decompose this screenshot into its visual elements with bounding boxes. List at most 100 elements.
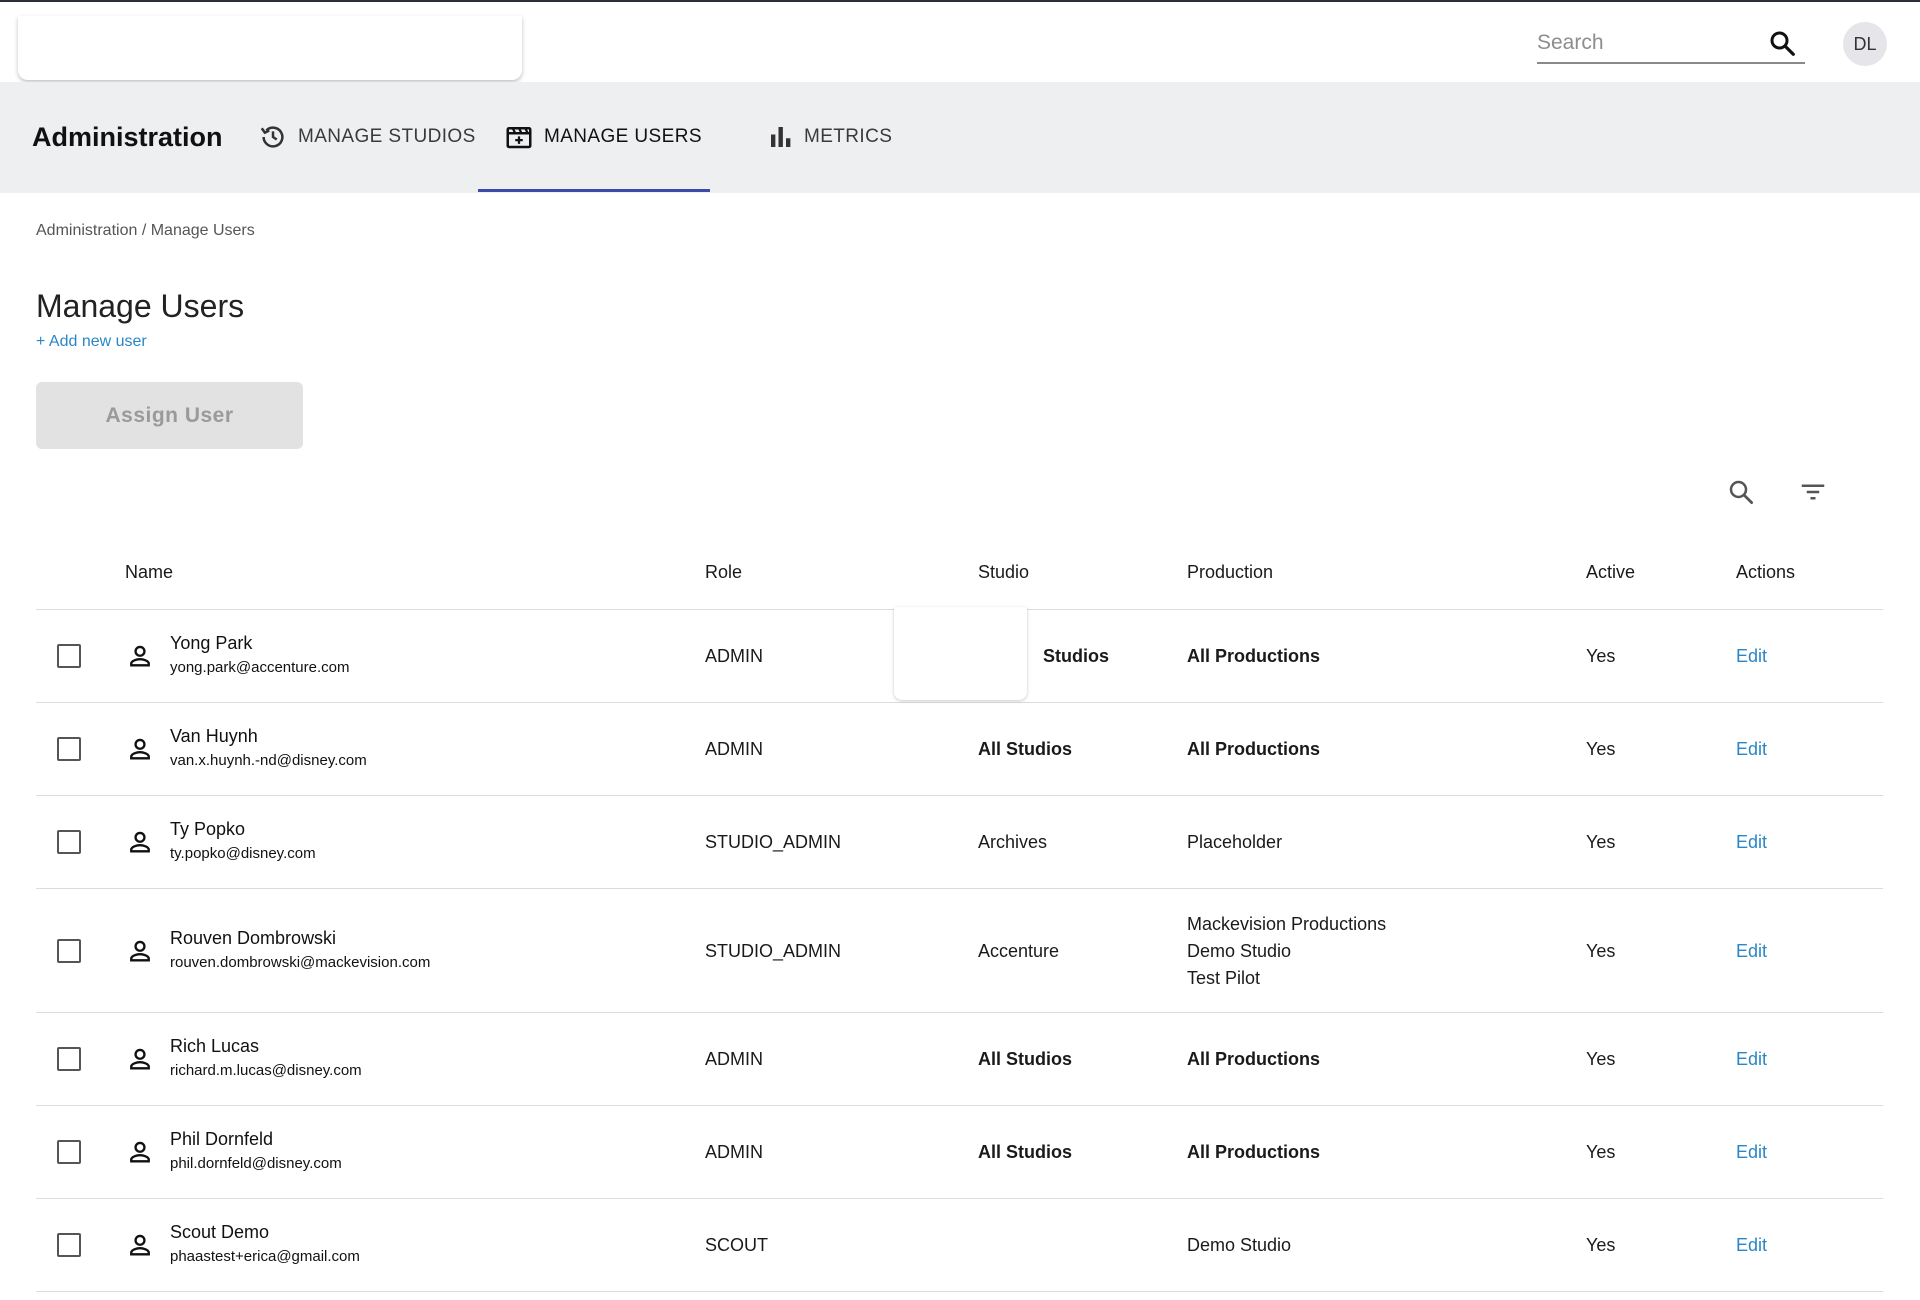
- history-icon: [260, 126, 284, 148]
- table-row: Scout Demo phaastest+erica@gmail.com SCO…: [36, 1199, 1883, 1292]
- tab-label: METRICS: [804, 126, 893, 147]
- tab-label: MANAGE USERS: [544, 126, 702, 147]
- user-name: Yong Park: [170, 633, 253, 653]
- column-header-role[interactable]: Role: [705, 562, 742, 583]
- edit-link[interactable]: Edit: [1736, 832, 1767, 853]
- tab-manage-studios[interactable]: MANAGE STUDIOS: [258, 126, 476, 193]
- row-checkbox[interactable]: [57, 939, 81, 963]
- row-checkbox[interactable]: [57, 1140, 81, 1164]
- global-search: [1537, 24, 1805, 64]
- search-icon: [1770, 31, 1795, 56]
- column-header-production[interactable]: Production: [1187, 562, 1273, 583]
- user-active: Yes: [1586, 1142, 1616, 1162]
- bar-chart-icon: [771, 127, 791, 147]
- avatar[interactable]: DL: [1843, 22, 1887, 66]
- edit-link[interactable]: Edit: [1736, 1049, 1767, 1070]
- user-name: Scout Demo: [170, 1222, 270, 1242]
- table-row: Van Huynh van.x.huynh.-nd@disney.com ADM…: [36, 703, 1883, 796]
- admin-title: Administration: [32, 122, 223, 152]
- user-studio: Archives: [978, 832, 1048, 852]
- user-role: SCOUT: [705, 1235, 768, 1255]
- edit-link[interactable]: Edit: [1736, 739, 1767, 760]
- user-email: richard.m.lucas@disney.com: [170, 1062, 362, 1079]
- user-role: ADMIN: [705, 739, 763, 759]
- user-active: Yes: [1586, 1049, 1616, 1069]
- tab-manage-users[interactable]: MANAGE USERS: [504, 126, 702, 193]
- user-active: Yes: [1586, 1235, 1616, 1255]
- user-name: Rouven Dombrowski: [170, 928, 337, 948]
- user-production: All Productions: [1187, 646, 1321, 666]
- breadcrumb: Administration / Manage Users: [36, 222, 255, 239]
- user-name: Phil Dornfeld: [170, 1129, 274, 1149]
- edit-link[interactable]: Edit: [1736, 941, 1767, 962]
- column-header-actions: Actions: [1736, 562, 1796, 582]
- tab-label: MANAGE STUDIOS: [298, 126, 476, 147]
- user-production-list: Mackevision Productions Demo Studio Test…: [1187, 911, 1386, 992]
- add-new-user-link[interactable]: + Add new user: [36, 333, 147, 351]
- user-role: STUDIO_ADMIN: [705, 941, 842, 961]
- logo-card: [18, 16, 522, 80]
- tab-metrics[interactable]: METRICS: [768, 126, 892, 193]
- user-role: STUDIO_ADMIN: [705, 832, 842, 852]
- row-checkbox[interactable]: [57, 737, 81, 761]
- search-icon: [1729, 480, 1753, 504]
- user-name: Van Huynh: [170, 726, 258, 746]
- user-production: Demo Studio: [1187, 1235, 1292, 1255]
- row-checkbox[interactable]: [57, 830, 81, 854]
- table-row: Rouven Dombrowski rouven.dombrowski@mack…: [36, 889, 1883, 1013]
- user-active: Yes: [1586, 646, 1616, 666]
- user-studio: Studios: [1043, 646, 1109, 666]
- user-role: ADMIN: [705, 646, 763, 666]
- table-header: Name Role Studio Production Active Actio…: [36, 540, 1883, 610]
- user-email: phaastest+erica@gmail.com: [170, 1248, 360, 1265]
- user-email: phil.dornfeld@disney.com: [170, 1155, 342, 1172]
- table-search-button[interactable]: [1724, 476, 1758, 510]
- table-filter-button[interactable]: [1796, 476, 1830, 510]
- user-studio: Accenture: [978, 941, 1060, 961]
- row-checkbox[interactable]: [57, 644, 81, 668]
- user-active: Yes: [1586, 739, 1616, 759]
- user-name: Ty Popko: [170, 819, 246, 839]
- assign-user-button[interactable]: Assign User: [36, 382, 303, 449]
- table-row: Rich Lucas richard.m.lucas@disney.com AD…: [36, 1013, 1883, 1106]
- movie-edit-icon: [506, 127, 532, 149]
- person-icon: [130, 738, 150, 760]
- production-item: Demo Studio: [1187, 941, 1292, 961]
- user-email: ty.popko@disney.com: [170, 845, 316, 862]
- row-checkbox[interactable]: [57, 1047, 81, 1071]
- filter-icon: [1801, 484, 1825, 499]
- edit-link[interactable]: Edit: [1736, 1235, 1767, 1256]
- table-row: Phil Dornfeld phil.dornfeld@disney.com A…: [36, 1106, 1883, 1199]
- user-studio: All Studios: [978, 1142, 1072, 1162]
- column-header-active[interactable]: Active: [1586, 562, 1635, 583]
- admin-nav: Administration MANAGE STUDIOS MANAGE USE…: [0, 82, 1920, 193]
- user-email: van.x.huynh.-nd@disney.com: [170, 752, 367, 769]
- floating-popover-card: [894, 607, 1027, 700]
- edit-link[interactable]: Edit: [1736, 646, 1767, 667]
- user-studio: All Studios: [978, 739, 1072, 759]
- search-input[interactable]: [1537, 28, 1757, 58]
- user-active: Yes: [1586, 832, 1616, 852]
- edit-link[interactable]: Edit: [1736, 1142, 1767, 1163]
- search-button[interactable]: [1767, 28, 1797, 58]
- page-title: Manage Users: [36, 288, 245, 324]
- column-header-name[interactable]: Name: [125, 562, 173, 583]
- user-role: ADMIN: [705, 1049, 763, 1069]
- person-icon: [130, 1234, 150, 1256]
- user-production: All Productions: [1187, 1142, 1321, 1162]
- user-production: Placeholder: [1187, 832, 1283, 852]
- person-icon: [130, 831, 150, 853]
- column-header-studio[interactable]: Studio: [978, 562, 1029, 583]
- person-icon: [130, 1141, 150, 1163]
- user-active: Yes: [1586, 941, 1616, 961]
- user-role: ADMIN: [705, 1142, 763, 1162]
- production-item: Mackevision Productions: [1187, 914, 1387, 934]
- active-tab-indicator: [478, 189, 710, 192]
- person-icon: [130, 1048, 150, 1070]
- user-name: Rich Lucas: [170, 1036, 260, 1056]
- production-item: Test Pilot: [1187, 968, 1261, 988]
- user-production: All Productions: [1187, 739, 1321, 759]
- user-email: yong.park@accenture.com: [170, 659, 350, 676]
- top-bar: DL: [0, 0, 1920, 82]
- row-checkbox[interactable]: [57, 1233, 81, 1257]
